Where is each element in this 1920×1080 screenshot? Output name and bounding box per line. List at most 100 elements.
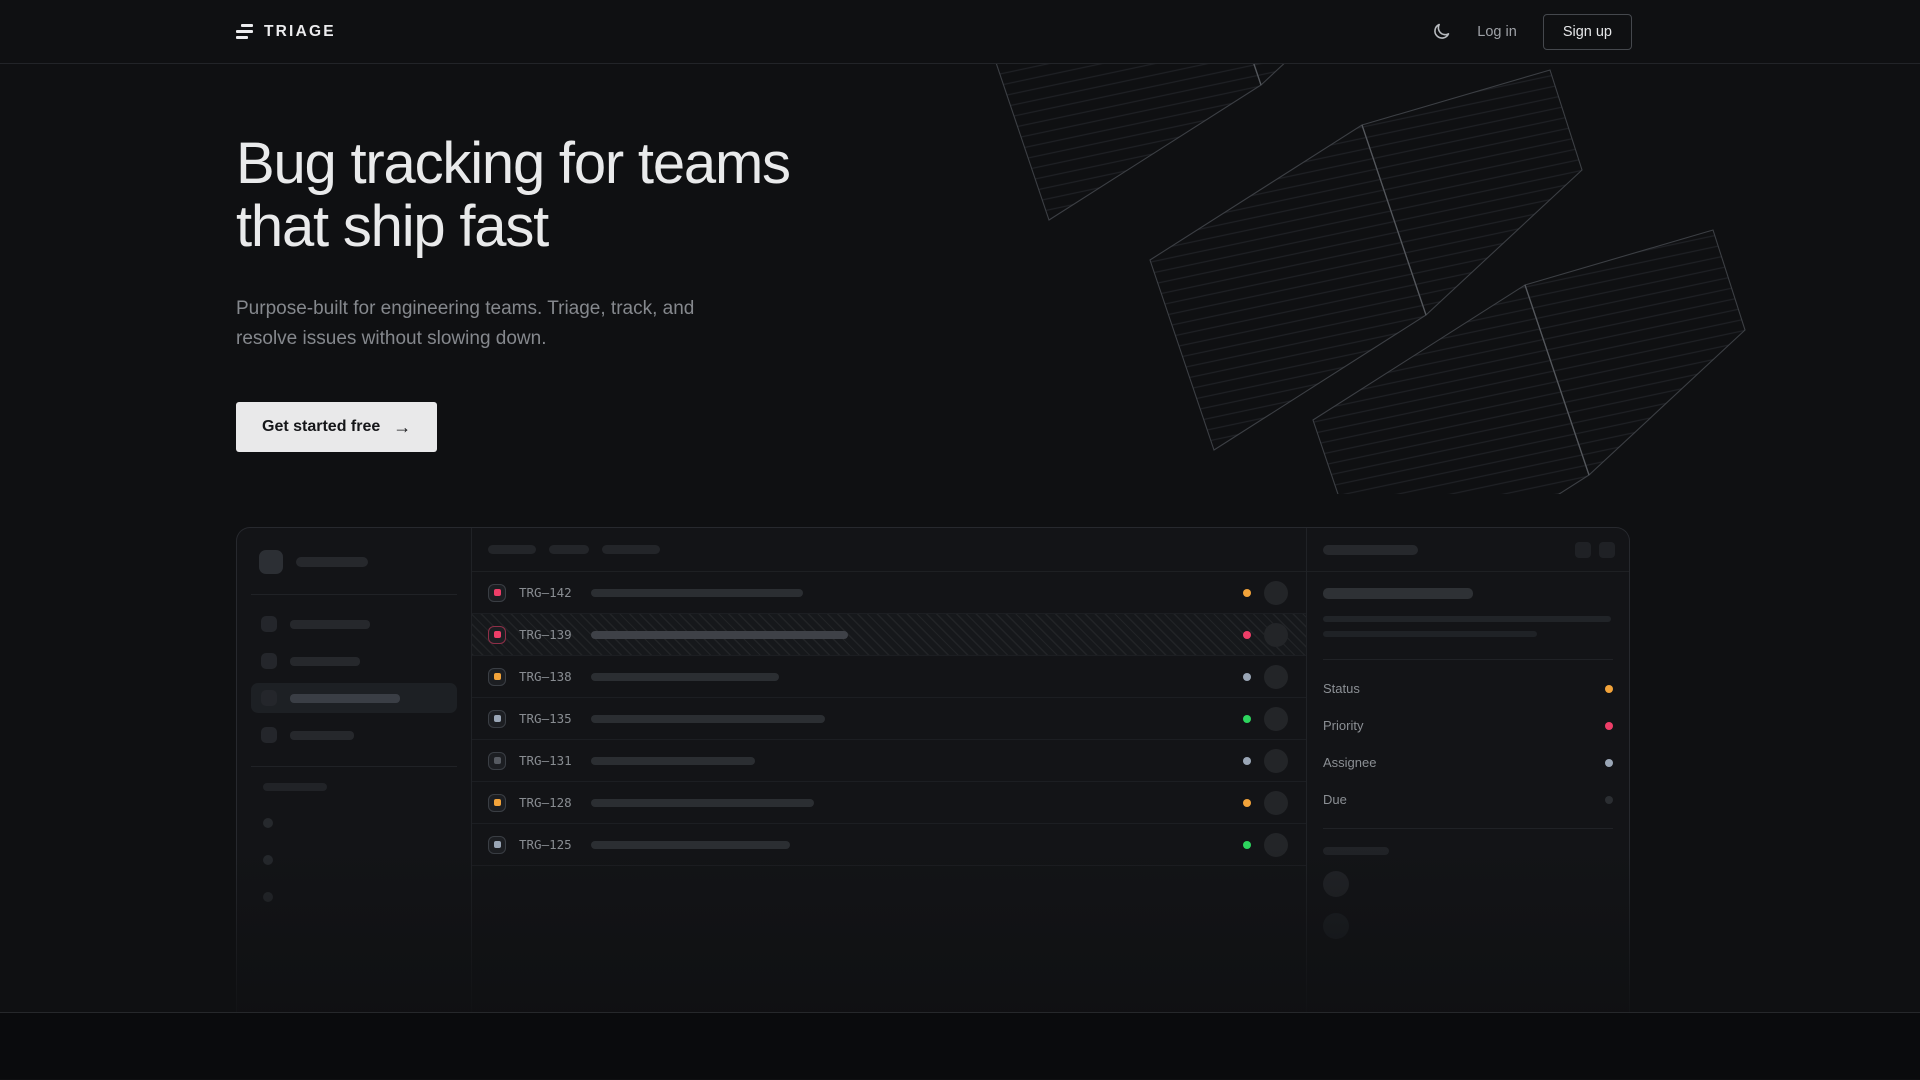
- assignee-avatar: [1264, 791, 1288, 815]
- issue-id: TRG–142: [519, 585, 575, 600]
- issue-id: TRG–131: [519, 753, 575, 768]
- triage-logo-icon: [236, 22, 253, 41]
- description-skeleton: [1323, 616, 1611, 622]
- status-dot: [1243, 673, 1251, 681]
- filter-pill-skeleton[interactable]: [488, 545, 536, 554]
- sidebar-nav-item[interactable]: [251, 609, 457, 639]
- login-link[interactable]: Log in: [1477, 24, 1517, 40]
- status-dot: [1243, 841, 1251, 849]
- assignee-avatar: [1264, 707, 1288, 731]
- comments-label-skeleton: [1323, 847, 1389, 855]
- sidebar-dot-skeleton: [263, 855, 273, 865]
- issue-id: TRG–125: [519, 837, 575, 852]
- sidebar-nav-item[interactable]: [251, 720, 457, 750]
- property-row[interactable]: Status: [1323, 670, 1613, 707]
- preview-toolbar: [472, 528, 1306, 572]
- issue-title-skeleton: [591, 841, 790, 849]
- issue-id: TRG–128: [519, 795, 575, 810]
- signup-button[interactable]: Sign up: [1543, 14, 1632, 50]
- issue-type-icon: [488, 710, 506, 728]
- property-value-dot: [1605, 759, 1613, 767]
- panel-action-button[interactable]: [1599, 542, 1615, 558]
- assignee-avatar: [1264, 581, 1288, 605]
- sidebar-nav-item[interactable]: [251, 646, 457, 676]
- preview-issue-list: TRG–142 TRG–139 TRG–138 TRG–135: [472, 528, 1307, 1013]
- issue-title-skeleton: [591, 757, 755, 765]
- issue-row[interactable]: TRG–139: [472, 614, 1306, 656]
- status-dot: [1243, 799, 1251, 807]
- issue-row[interactable]: TRG–128: [472, 782, 1306, 824]
- preview-sidebar: [237, 528, 472, 1013]
- comment-avatar: [1323, 871, 1349, 897]
- issue-row[interactable]: TRG–142: [472, 572, 1306, 614]
- issue-type-icon: [488, 626, 506, 644]
- divider: [251, 766, 457, 767]
- sidebar-dot-skeleton: [263, 818, 273, 828]
- brand-name: TRIAGE: [264, 23, 336, 41]
- panel-header: [1307, 528, 1629, 572]
- arrow-right-icon: →: [393, 417, 411, 438]
- issue-title-skeleton: [1323, 588, 1473, 599]
- issue-title-skeleton: [591, 673, 779, 681]
- top-nav: TRIAGE Log in Sign up: [0, 0, 1920, 64]
- issue-title-skeleton: [591, 799, 814, 807]
- property-value-dot: [1605, 796, 1613, 804]
- panel-action-button[interactable]: [1575, 542, 1591, 558]
- status-dot: [1243, 589, 1251, 597]
- divider: [251, 594, 457, 595]
- issue-row[interactable]: TRG–131: [472, 740, 1306, 782]
- filter-pill-skeleton[interactable]: [549, 545, 589, 554]
- property-label: Status: [1323, 681, 1360, 696]
- status-dot: [1243, 631, 1251, 639]
- workspace-name-skeleton: [296, 557, 368, 567]
- status-dot: [1243, 715, 1251, 723]
- description-skeleton: [1323, 631, 1537, 637]
- section-label-skeleton: [263, 783, 327, 791]
- property-label: Assignee: [1323, 755, 1376, 770]
- preview-detail-panel: Status Priority Assignee Due: [1307, 528, 1629, 1013]
- assignee-avatar: [1264, 749, 1288, 773]
- property-value-dot: [1605, 685, 1613, 693]
- property-row[interactable]: Due: [1323, 781, 1613, 818]
- issue-row[interactable]: TRG–125: [472, 824, 1306, 866]
- app-preview-card: TRG–142 TRG–139 TRG–138 TRG–135: [236, 527, 1630, 1013]
- property-rows-container: Status Priority Assignee Due: [1323, 670, 1613, 818]
- footer: [0, 1013, 1920, 1079]
- assignee-avatar: [1264, 665, 1288, 689]
- panel-title-skeleton: [1323, 545, 1418, 555]
- assignee-avatar: [1264, 833, 1288, 857]
- divider: [1323, 828, 1613, 829]
- issue-type-icon: [488, 836, 506, 854]
- issue-title-skeleton: [591, 631, 848, 639]
- issue-type-icon: [488, 794, 506, 812]
- issue-type-icon: [488, 668, 506, 686]
- issue-id: TRG–138: [519, 669, 575, 684]
- moon-icon: [1432, 22, 1451, 41]
- workspace-logo-skeleton: [259, 550, 283, 574]
- issue-type-icon: [488, 752, 506, 770]
- status-dot: [1243, 757, 1251, 765]
- sidebar-nav-item-active[interactable]: [251, 683, 457, 713]
- issue-title-skeleton: [591, 715, 825, 723]
- property-label: Priority: [1323, 718, 1363, 733]
- theme-toggle-button[interactable]: [1432, 22, 1451, 41]
- issue-row[interactable]: TRG–135: [472, 698, 1306, 740]
- comment-avatar: [1323, 913, 1349, 939]
- brand[interactable]: TRIAGE: [236, 22, 336, 41]
- property-value-dot: [1605, 722, 1613, 730]
- issue-id: TRG–135: [519, 711, 575, 726]
- sidebar-dot-skeleton: [263, 892, 273, 902]
- hero-section: Bug tracking for teamsthat ship fast Pur…: [0, 64, 1920, 1013]
- property-label: Due: [1323, 792, 1347, 807]
- get-started-button[interactable]: Get started free →: [236, 402, 437, 452]
- property-row[interactable]: Assignee: [1323, 744, 1613, 781]
- filter-pill-skeleton[interactable]: [602, 545, 660, 554]
- issue-id: TRG–139: [519, 627, 575, 642]
- issue-type-icon: [488, 584, 506, 602]
- hero-subtitle: Purpose-built for engineering teams. Tri…: [236, 294, 1920, 354]
- issue-row[interactable]: TRG–138: [472, 656, 1306, 698]
- divider: [1323, 659, 1613, 660]
- property-row[interactable]: Priority: [1323, 707, 1613, 744]
- issue-title-skeleton: [591, 589, 803, 597]
- assignee-avatar: [1264, 623, 1288, 647]
